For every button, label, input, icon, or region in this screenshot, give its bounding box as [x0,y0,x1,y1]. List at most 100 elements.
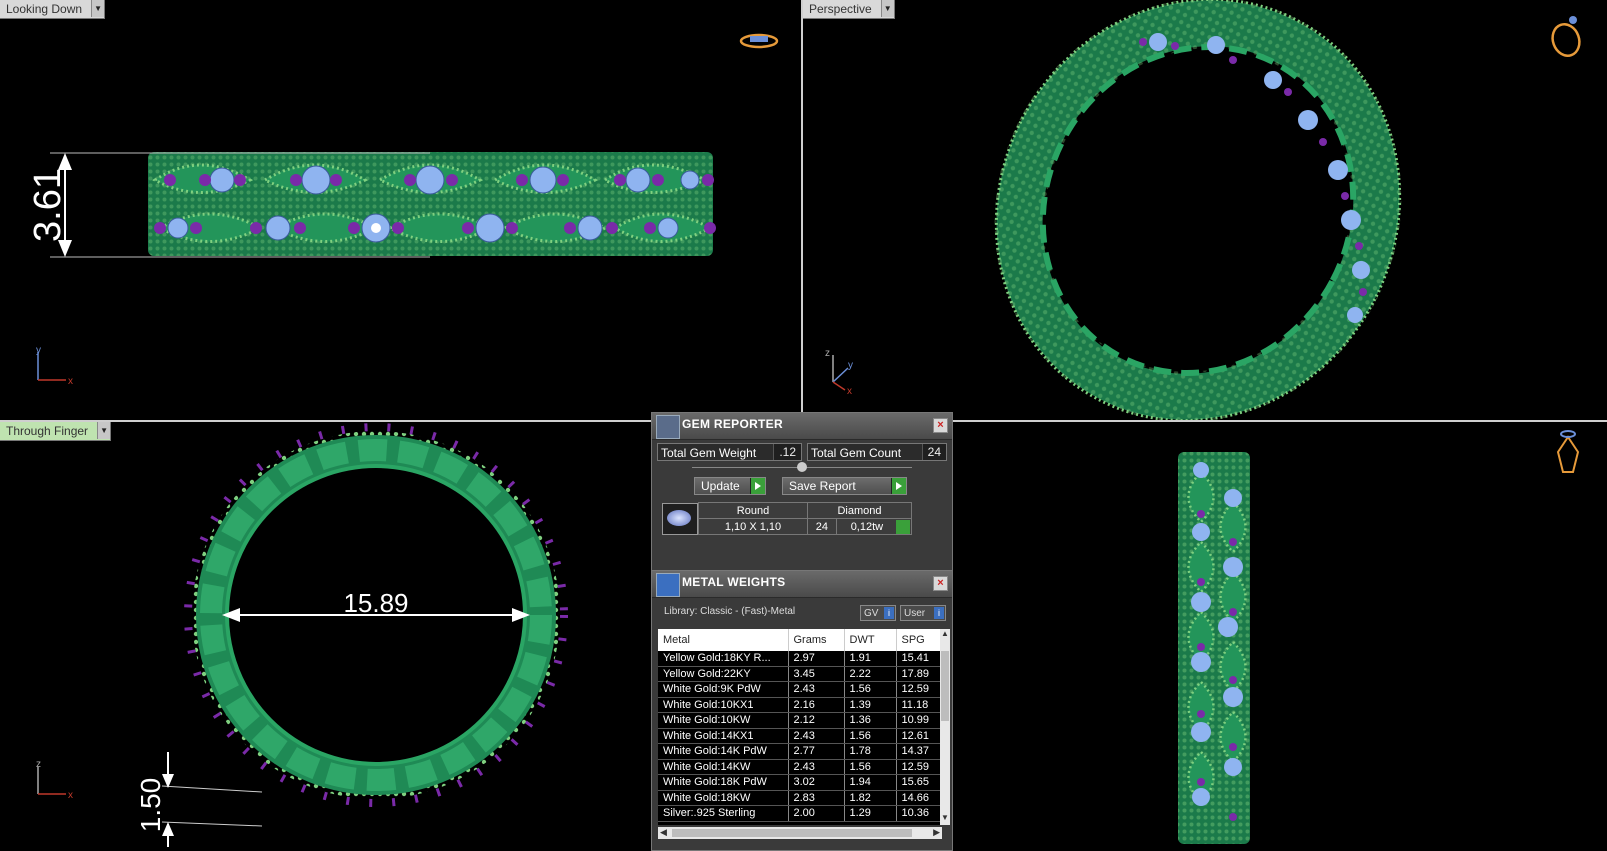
view-cube-icon[interactable] [739,33,779,49]
table-cell: 2.00 [788,805,845,822]
gem-row-header[interactable]: Round Diamond [698,502,912,519]
table-cell: 2.12 [788,712,845,729]
column-header[interactable]: Metal [658,629,789,651]
table-row[interactable]: White Gold:14K PdW 2.77 1.78 14.37 [658,743,940,760]
view-cube-icon[interactable] [1556,430,1580,473]
scroll-down-icon[interactable]: ▼ [940,813,950,825]
scroll-thumb-horizontal[interactable] [672,829,912,837]
close-icon[interactable]: × [933,576,948,591]
table-cell: White Gold:14KX1 [658,728,789,744]
library-label: Library: Classic - (Fast)-Metal [664,606,796,617]
gem-type: Diamond [807,502,912,519]
gem-list-table: Round Diamond 1,10 X 1,10 24 0,12tw [698,502,913,535]
table-row[interactable]: White Gold:14KW 2.43 1.56 12.59 [658,759,940,775]
table-row[interactable]: White Gold:10KX1 2.16 1.39 11.18 [658,697,940,713]
axis-y-label: y [36,345,41,356]
gem-reporter-icon [656,415,680,439]
viewport-label-perspective[interactable]: Perspective ▼ [803,0,895,19]
dropdown-icon[interactable]: ▼ [880,0,894,17]
metal-table: Metal Grams DWT SPG Yellow Gold:18KY R... 2.… [658,629,940,822]
table-cell: 2.43 [788,728,845,744]
axis-z-label: z [36,759,41,770]
update-label: Update [701,479,740,493]
user-label: User [904,608,926,619]
total-gem-weight-value: .12 [773,444,801,460]
table-cell: 17.89 [896,666,940,682]
metal-weights-panel: METAL WEIGHTS × Library: Classic - (Fast… [651,570,953,851]
gem-size: 1,10 X 1,10 [698,518,808,535]
horizontal-scrollbar[interactable]: ◀ ▶ [658,827,942,839]
slider-handle-icon[interactable] [797,462,807,472]
gv-toggle[interactable]: GV i [860,605,896,621]
table-cell: 1.29 [844,805,897,822]
table-row[interactable]: White Gold:10KW 2.12 1.36 10.99 [658,712,940,729]
table-cell: 2.16 [788,697,845,713]
table-row[interactable]: White Gold:18KW 2.83 1.82 14.66 [658,790,940,806]
viewport-label-text: Through Finger [6,424,89,438]
update-button[interactable]: Update [694,477,766,495]
table-cell: Yellow Gold:18KY R... [658,651,789,667]
gem-count: 24 [807,518,837,535]
table-cell: 12.61 [896,728,940,744]
vertical-scrollbar[interactable]: ▲ ▼ [940,629,950,825]
close-icon[interactable]: × [933,418,948,433]
viewport-label-looking-down[interactable]: Looking Down ▼ [0,0,106,19]
save-report-button[interactable]: Save Report [782,477,907,495]
table-cell: White Gold:9K PdW [658,681,789,698]
view-cube-icon[interactable] [1548,16,1583,59]
table-cell: 1.36 [844,712,897,729]
table-cell: 14.66 [896,790,940,806]
table-cell: 12.59 [896,681,940,698]
viewport-looking-down[interactable]: 3.61 y x Looking Down ▼ [0,0,801,420]
table-row[interactable]: White Gold:14KX1 2.43 1.56 12.61 [658,728,940,744]
panel-title: GEM REPORTER [682,417,783,431]
column-header[interactable]: Grams [788,629,845,651]
axis-z-label: z [825,348,830,359]
dropdown-icon[interactable]: ▼ [97,422,111,439]
column-header[interactable]: DWT [844,629,897,651]
total-gem-count-value: 24 [921,444,946,460]
axis-x-label: x [847,386,852,397]
table-row[interactable]: Yellow Gold:18KY R... 2.97 1.91 15.41 [658,651,940,667]
viewport-label-text: Perspective [809,2,872,16]
table-row[interactable]: White Gold:9K PdW 2.43 1.56 12.59 [658,681,940,698]
gem-detail-button[interactable] [896,520,910,534]
viewport-label-text: Looking Down [6,2,83,16]
scroll-left-icon[interactable]: ◀ [660,827,667,838]
scroll-right-icon[interactable]: ▶ [933,827,940,838]
table-cell: 1.94 [844,774,897,791]
table-cell: 3.45 [788,666,845,682]
axis-x-label: x [68,790,73,801]
table-row[interactable]: Yellow Gold:22KY 3.45 2.22 17.89 [658,666,940,682]
gem-reporter-panel: GEM REPORTER × Total Gem Weight .12 Tota… [651,412,953,572]
viewport-perspective[interactable]: z y x Perspective ▼ [803,0,1607,420]
scroll-up-icon[interactable]: ▲ [940,629,950,641]
table-cell: 1.91 [844,651,897,667]
table-cell: 10.99 [896,712,940,729]
table-cell: 15.41 [896,651,940,667]
gem-reporter-header[interactable]: GEM REPORTER × [652,413,952,440]
height-dimension: 3.61 [27,168,69,242]
gem-row-values[interactable]: 1,10 X 1,10 24 0,12tw [698,518,913,535]
table-cell: 2.43 [788,759,845,775]
viewport-label-through-finger[interactable]: Through Finger ▼ [0,422,112,441]
table-row[interactable]: Silver:.925 Sterling 2.00 1.29 10.36 [658,805,940,822]
table-row[interactable]: White Gold:18K PdW 3.02 1.94 15.65 [658,774,940,791]
metal-table-container[interactable]: Metal Grams DWT SPG Yellow Gold:18KY R... 2.… [658,629,940,825]
table-cell: White Gold:10KW [658,712,789,729]
table-cell: White Gold:18K PdW [658,774,789,791]
table-cell: 1.56 [844,728,897,744]
table-cell: 12.59 [896,759,940,775]
user-toggle[interactable]: User i [900,605,946,621]
total-gem-count-label: Total Gem Count [811,446,902,460]
total-gem-weight-field: Total Gem Weight .12 [657,443,802,461]
table-cell: White Gold:18KW [658,790,789,806]
panel-title: METAL WEIGHTS [682,575,786,589]
info-icon: i [884,607,894,619]
column-header[interactable]: SPG [896,629,940,651]
table-cell: 2.43 [788,681,845,698]
metal-weights-header[interactable]: METAL WEIGHTS × [652,571,952,598]
metal-table-header: Metal Grams DWT SPG [658,629,940,651]
scroll-thumb[interactable] [941,651,949,721]
dropdown-icon[interactable]: ▼ [91,0,105,17]
